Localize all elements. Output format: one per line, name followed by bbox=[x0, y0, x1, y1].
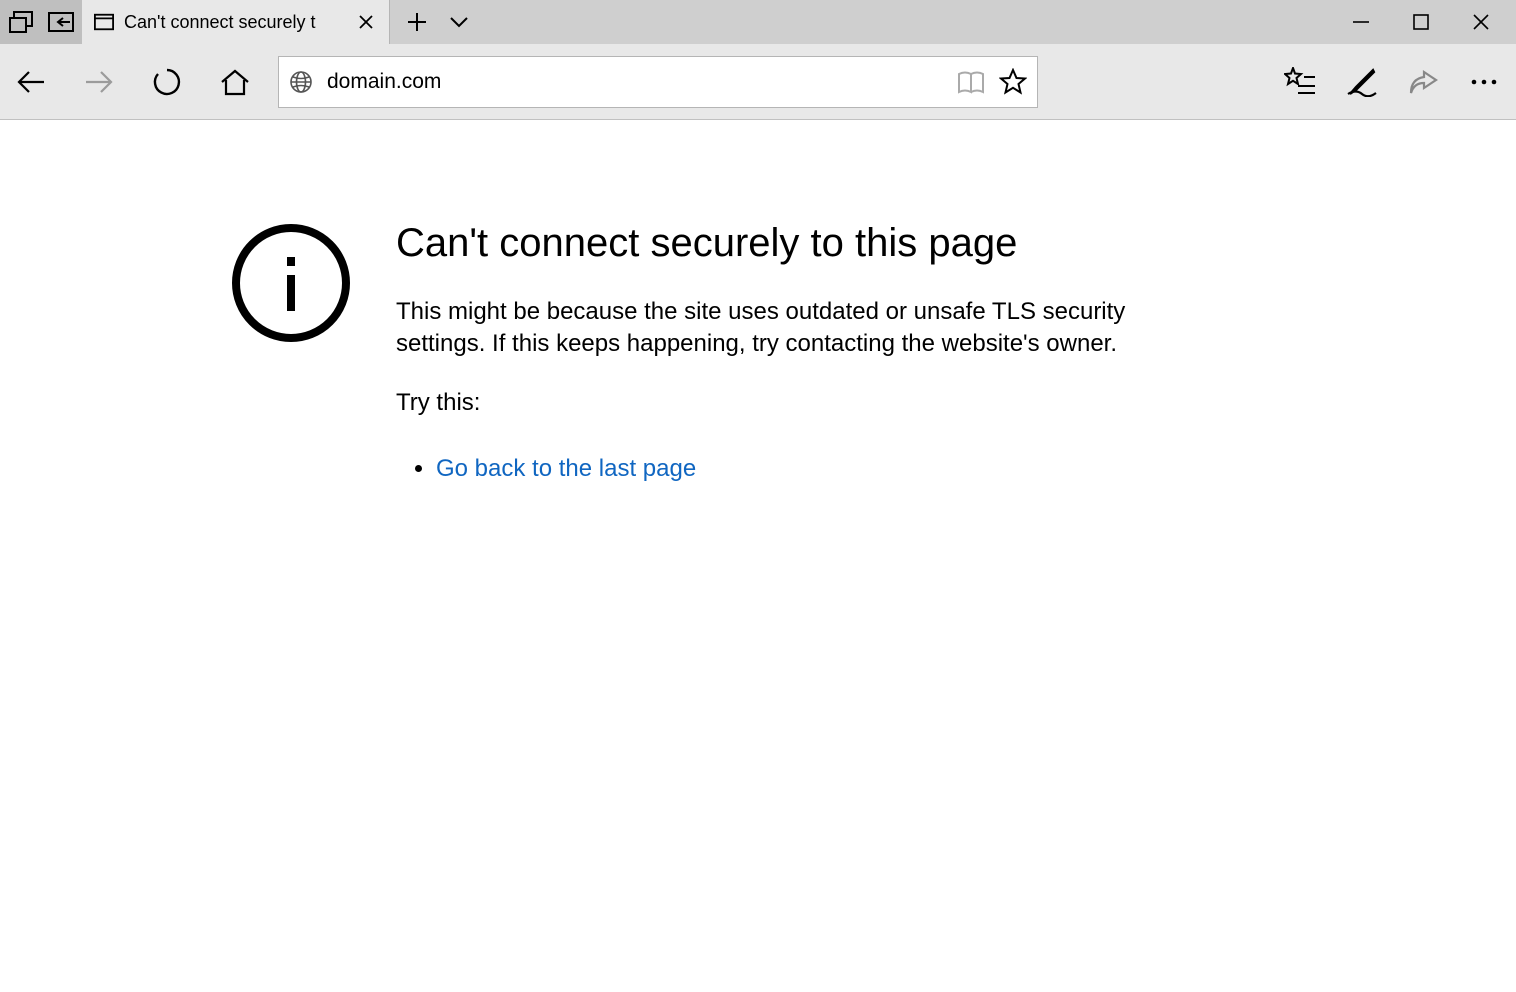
page-icon bbox=[94, 9, 114, 35]
share-icon[interactable] bbox=[1408, 68, 1440, 96]
close-tab-icon[interactable] bbox=[357, 13, 375, 31]
window-close-icon[interactable] bbox=[1468, 9, 1494, 35]
error-content: Can't connect securely to this page This… bbox=[396, 220, 1156, 483]
suggestion-list: Go back to the last page bbox=[396, 455, 1156, 483]
toolbar bbox=[0, 44, 1516, 120]
more-menu-icon[interactable] bbox=[1470, 78, 1498, 86]
refresh-button[interactable] bbox=[150, 65, 184, 99]
maximize-icon[interactable] bbox=[1408, 9, 1434, 35]
back-button[interactable] bbox=[14, 65, 48, 99]
set-aside-tabs-icon[interactable] bbox=[48, 9, 74, 35]
titlebar-left-controls bbox=[0, 0, 82, 44]
info-icon bbox=[232, 224, 350, 342]
try-this-label: Try this: bbox=[396, 389, 1156, 417]
titlebar: Can't connect securely t bbox=[0, 0, 1516, 44]
favorite-star-icon[interactable] bbox=[999, 68, 1027, 96]
address-bar[interactable] bbox=[278, 56, 1038, 108]
tabs-overview-icon[interactable] bbox=[8, 9, 34, 35]
globe-icon bbox=[289, 70, 313, 94]
browser-tab[interactable]: Can't connect securely t bbox=[82, 0, 390, 44]
error-page: Can't connect securely to this page This… bbox=[0, 120, 1516, 483]
suggestion-item: Go back to the last page bbox=[436, 455, 1156, 483]
address-input[interactable] bbox=[327, 70, 943, 94]
tab-dropdown-icon[interactable] bbox=[446, 9, 472, 35]
forward-button[interactable] bbox=[82, 65, 116, 99]
error-body: This might be because the site uses outd… bbox=[396, 296, 1156, 361]
reading-view-icon[interactable] bbox=[957, 70, 985, 94]
nav-buttons bbox=[14, 65, 252, 99]
tab-actions bbox=[390, 0, 486, 44]
favorites-list-icon[interactable] bbox=[1284, 67, 1316, 97]
notes-icon[interactable] bbox=[1346, 67, 1378, 97]
go-back-link[interactable]: Go back to the last page bbox=[436, 455, 696, 482]
new-tab-icon[interactable] bbox=[404, 9, 430, 35]
minimize-icon[interactable] bbox=[1348, 9, 1374, 35]
home-button[interactable] bbox=[218, 65, 252, 99]
toolbar-right-icons bbox=[1284, 67, 1498, 97]
error-heading: Can't connect securely to this page bbox=[396, 220, 1156, 266]
tab-title: Can't connect securely t bbox=[124, 12, 347, 33]
window-controls bbox=[1328, 0, 1516, 44]
